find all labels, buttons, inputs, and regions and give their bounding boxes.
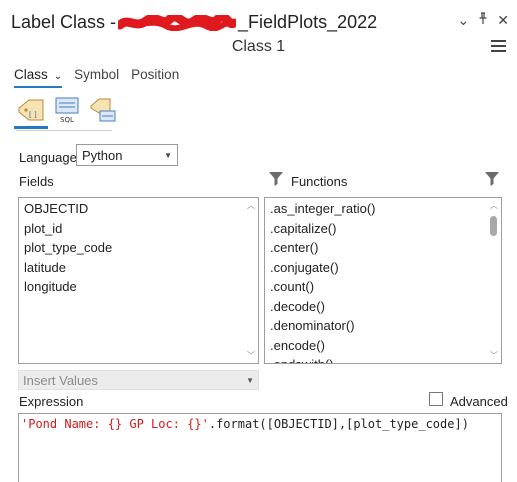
dropdown-arrow-icon: ▼ xyxy=(246,375,254,385)
window-title: Label Class - _FieldPlots_2022 xyxy=(11,12,377,33)
language-label: Language xyxy=(19,150,77,165)
list-item[interactable]: .center() xyxy=(265,238,501,258)
pin-icon[interactable] xyxy=(478,12,488,29)
sql-query-icon[interactable]: SQL xyxy=(52,96,82,124)
scrollbar[interactable]: ︿ ﹀ xyxy=(486,198,501,363)
list-item[interactable]: .denominator() xyxy=(265,316,501,336)
filter-icon[interactable] xyxy=(484,170,500,192)
list-item[interactable]: .decode() xyxy=(265,297,501,317)
list-item[interactable]: plot_type_code xyxy=(19,238,258,258)
expression-editor[interactable]: 'Pond Name: {} GP Loc: {}'.format([OBJEC… xyxy=(18,413,502,482)
scroll-down-icon[interactable]: ﹀ xyxy=(490,350,498,361)
redaction-scribble xyxy=(118,14,237,31)
svg-text:[ ]: [ ] xyxy=(29,111,37,119)
advanced-checkbox[interactable] xyxy=(429,392,443,406)
close-icon[interactable]: ✕ xyxy=(497,12,509,29)
scrollbar[interactable]: ︿ ﹀ xyxy=(243,198,258,363)
sql-text: SQL xyxy=(60,116,74,124)
list-item[interactable]: .capitalize() xyxy=(265,219,501,239)
tab-class[interactable]: Class ⌄ xyxy=(14,67,63,88)
tab-class-label: Class xyxy=(14,67,48,82)
tab-position[interactable]: Position xyxy=(131,67,179,88)
expression-string: 'Pond Name: {} GP Loc: {}' xyxy=(21,417,209,431)
toolbar-divider xyxy=(16,130,112,131)
tab-strip: Class ⌄ Symbol Position xyxy=(14,67,179,88)
chevron-down-icon: ⌄ xyxy=(53,71,63,82)
class-name-title: Class 1 xyxy=(231,38,286,55)
title-prefix: Label Class - xyxy=(11,12,117,32)
list-item[interactable]: OBJECTID xyxy=(19,199,258,219)
window-controls: ⌄ ✕ xyxy=(458,12,509,29)
dropdown-arrow-icon: ▼ xyxy=(164,150,172,160)
filter-icon[interactable] xyxy=(268,170,284,192)
scroll-up-icon[interactable]: ︿ xyxy=(490,200,498,211)
functions-list[interactable]: .as_integer_ratio() .capitalize() .cente… xyxy=(264,197,502,364)
label-placement-icon[interactable] xyxy=(88,96,118,124)
insert-values-label: Insert Values xyxy=(23,372,98,388)
list-item[interactable]: .count() xyxy=(265,277,501,297)
list-item[interactable]: .as_integer_ratio() xyxy=(265,199,501,219)
functions-label: Functions xyxy=(291,174,348,189)
list-item[interactable]: .conjugate() xyxy=(265,258,501,278)
advanced-label: Advanced xyxy=(450,394,508,409)
list-item[interactable]: plot_id xyxy=(19,219,258,239)
list-item[interactable]: .encode() xyxy=(265,336,501,356)
fields-list[interactable]: OBJECTID plot_id plot_type_code latitude… xyxy=(18,197,259,364)
insert-values-dropdown[interactable]: Insert Values ▼ xyxy=(18,370,259,390)
list-item[interactable]: .endswith() xyxy=(265,355,501,363)
scroll-down-icon[interactable]: ﹀ xyxy=(247,350,255,361)
expression-format-call: .format([OBJECTID],[plot_type_code]) xyxy=(208,417,469,431)
fields-label: Fields xyxy=(19,174,54,189)
menu-chevron-icon[interactable]: ⌄ xyxy=(458,12,470,29)
label-expression-icon[interactable]: [ ] xyxy=(14,96,48,129)
list-item[interactable]: latitude xyxy=(19,258,258,278)
scrollbar-thumb[interactable] xyxy=(490,216,497,236)
title-suffix: _FieldPlots_2022 xyxy=(238,12,378,32)
label-class-toolbar: [ ] SQL xyxy=(14,96,118,129)
tab-symbol[interactable]: Symbol xyxy=(74,67,119,88)
list-item[interactable]: longitude xyxy=(19,277,258,297)
expression-label: Expression xyxy=(19,394,84,409)
scroll-up-icon[interactable]: ︿ xyxy=(247,200,255,211)
hamburger-menu-icon[interactable] xyxy=(491,40,506,55)
language-value: Python xyxy=(82,147,123,163)
language-dropdown[interactable]: Python ▼ xyxy=(76,144,178,166)
